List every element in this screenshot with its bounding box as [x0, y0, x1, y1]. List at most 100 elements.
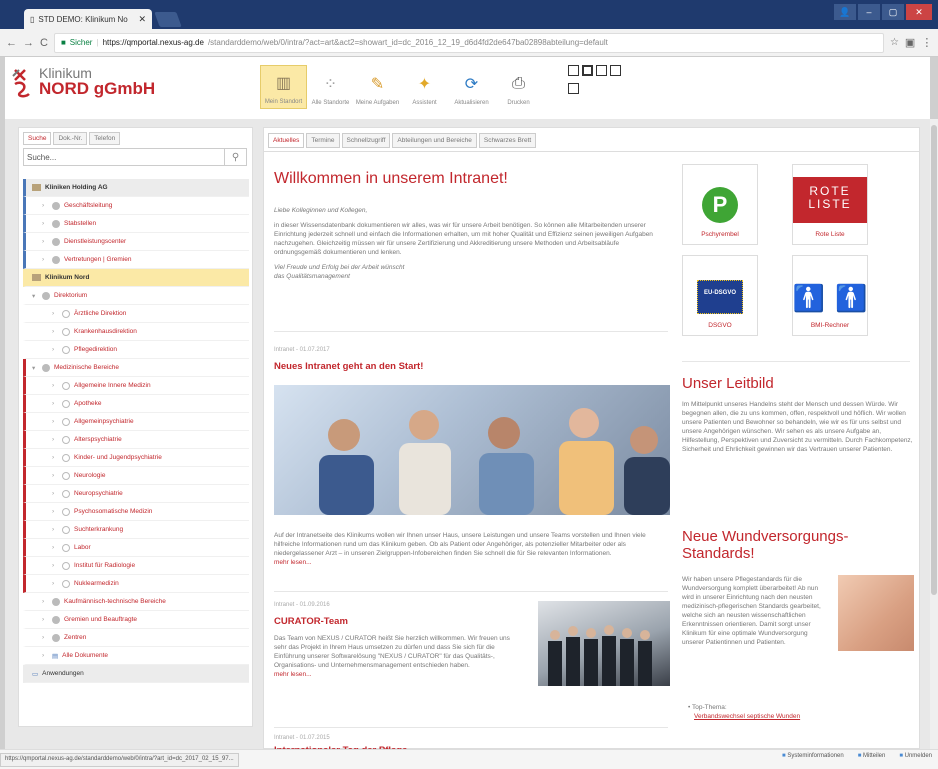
node-icon — [52, 255, 60, 264]
user-icon[interactable]: 👤 — [834, 4, 856, 20]
tree-item[interactable]: › Labor — [23, 539, 249, 557]
tree-item[interactable]: › Nuklearmedizin — [23, 575, 249, 593]
url-field[interactable]: ■ Sicher | https://qmportal.nexus-ag.de /… — [53, 32, 884, 53]
systeminfo-button[interactable]: Systeminformationen — [782, 753, 843, 759]
clinic-logo[interactable]: Klinikum NORD gGmbH — [11, 66, 231, 106]
expand-icon: › — [52, 526, 55, 533]
tree-label: Kaufmännisch-technische Bereiche — [64, 598, 166, 605]
window-close-icon[interactable]: ✕ — [906, 4, 932, 20]
forward-icon[interactable]: → — [23, 37, 34, 49]
folder-icon — [32, 184, 41, 191]
node-icon — [62, 489, 70, 498]
tile-bmi-rechner[interactable]: 🚹 🚹 BMI-Rechner — [792, 255, 868, 336]
tile-rote-liste[interactable]: ROTE LISTE Rote Liste — [792, 164, 868, 245]
layout-5-icon[interactable] — [568, 83, 579, 94]
tab-telefon[interactable]: Telefon — [89, 132, 121, 145]
layout-3-icon[interactable] — [596, 65, 607, 76]
tile-label: Pschyrembel — [701, 231, 739, 238]
tree-item[interactable]: › Neurologie — [23, 467, 249, 485]
reload-icon[interactable]: C — [40, 37, 48, 49]
tree-item[interactable]: › Dienstleistungscenter — [23, 233, 249, 251]
tree-label: Neuropsychiatrie — [74, 490, 123, 497]
monitor-icon: ▭ — [32, 670, 39, 678]
tab-dok-nr[interactable]: Dok.-Nr. — [53, 132, 88, 145]
leitbild-title: Unser Leitbild — [682, 375, 774, 392]
tree-item[interactable]: › Kinder- und Jugendpsychiatrie — [23, 449, 249, 467]
tree-item[interactable]: › Kaufmännisch-technische Bereiche — [23, 593, 249, 611]
tree-item-holding[interactable]: Kliniken Holding AG — [23, 179, 249, 197]
mitteilen-button[interactable]: Mitteilen — [858, 753, 885, 759]
tool-aktualisieren[interactable]: ⟳ Aktualisieren — [448, 65, 495, 109]
tile-dsgvo[interactable]: EU-DSGVO DSGVO — [682, 255, 758, 336]
tool-meine-aufgaben[interactable]: ✎ Meine Aufgaben — [354, 65, 401, 109]
tree-item[interactable]: › Pflegedirektion — [23, 341, 249, 359]
tree-item[interactable]: › Allgemeinpsychiatrie — [23, 413, 249, 431]
minimize-icon[interactable]: – — [858, 4, 880, 20]
unmelden-button[interactable]: Unmelden — [899, 753, 932, 759]
tool-alle-standorte[interactable]: ⁘ Alle Standorte — [307, 65, 354, 109]
tab-termine[interactable]: Termine — [306, 133, 340, 148]
tree-label: Vertretungen | Gremien — [64, 256, 132, 263]
layout-1-icon[interactable] — [568, 65, 579, 76]
divider — [274, 727, 668, 728]
sidebar: Suche Dok.-Nr. Telefon Suche... ⚲ Klinik… — [18, 127, 253, 727]
news-title[interactable]: CURATOR-Team — [274, 616, 348, 627]
tree-item[interactable]: › Gremien und Beauftragte — [23, 611, 249, 629]
search-input[interactable]: Suche... ⚲ — [23, 148, 247, 166]
tool-assistent[interactable]: ✦ Assistent — [401, 65, 448, 109]
close-tab-icon[interactable]: ✕ — [138, 14, 146, 25]
wund-title: Neue Wundversorgungs-Standards! — [682, 528, 849, 562]
tree-item[interactable]: › Stabstellen — [23, 215, 249, 233]
read-more-link[interactable]: mehr lesen... — [274, 559, 312, 566]
browser-tab[interactable]: ▯ STD DEMO: Klinikum No ✕ — [24, 9, 152, 29]
tab-abteilungen[interactable]: Abteilungen und Bereiche — [392, 133, 477, 148]
menu-icon[interactable]: ⋮ — [921, 36, 932, 49]
tree-item[interactable]: › Neuropsychiatrie — [23, 485, 249, 503]
tree-item[interactable]: › Apotheke — [23, 395, 249, 413]
search-icon[interactable]: ⚲ — [224, 149, 246, 165]
tree-item[interactable]: ▾ Direktorium — [23, 287, 249, 305]
tree-item-anwendungen[interactable]: ▭ Anwendungen — [23, 665, 249, 683]
maximize-icon[interactable]: ▢ — [882, 4, 904, 20]
tile-pschyrembel[interactable]: P Pschyrembel — [682, 164, 758, 245]
tree-item[interactable]: › Psychosomatische Medizin — [23, 503, 249, 521]
tool-drucken[interactable]: ⎙ Drucken — [495, 65, 542, 109]
layout-2-icon[interactable] — [582, 65, 593, 76]
tab-schwarzes-brett[interactable]: Schwarzes Brett — [478, 133, 537, 148]
expand-icon: › — [42, 598, 45, 605]
tree-item[interactable]: › Zentren — [23, 629, 249, 647]
news-meta: Intranet - 01.09.2016 — [274, 602, 330, 608]
tree-item[interactable]: › Krankenhausdirektion — [23, 323, 249, 341]
node-icon — [62, 435, 70, 444]
tree-item-klinikum-nord[interactable]: Klinikum Nord — [23, 269, 249, 287]
tool-label: Assistent — [412, 100, 437, 106]
tool-mein-standort[interactable]: ▥ Mein Standort — [260, 65, 307, 109]
tree-item[interactable]: › ▤ Alle Dokumente — [23, 647, 249, 665]
tab-suche[interactable]: Suche — [23, 132, 52, 145]
tree-item[interactable]: › Institut für Radiologie — [23, 557, 249, 575]
tree-label: Medizinische Bereiche — [54, 364, 120, 371]
tree-item[interactable]: › Suchterkrankung — [23, 521, 249, 539]
tree-item[interactable]: › Allgemeine Innere Medizin — [23, 377, 249, 395]
tab-schnellzugriff[interactable]: Schnellzugriff — [341, 133, 391, 148]
read-more-link[interactable]: mehr lesen... — [274, 671, 312, 678]
back-icon[interactable]: ← — [6, 37, 17, 49]
tree-item[interactable]: › Ärztliche Direktion — [23, 305, 249, 323]
signature-line1: Viel Freude und Erfolg bei der Arbeit wü… — [274, 264, 405, 271]
page-icon: ▯ — [30, 14, 35, 24]
secure-label: Sicher — [69, 38, 93, 47]
tree-item[interactable]: › Alterspsychiatrie — [23, 431, 249, 449]
layout-4-icon[interactable] — [610, 65, 621, 76]
scrollbar-thumb[interactable] — [931, 125, 937, 595]
news-text: Das Team von NEXUS / CURATOR heißt Sie h… — [274, 635, 510, 669]
news-title[interactable]: Neues Intranet geht an den Start! — [274, 361, 423, 372]
tree-item[interactable]: › Vertretungen | Gremien — [23, 251, 249, 269]
tab-aktuelles[interactable]: Aktuelles — [268, 133, 305, 148]
verbandswechsel-link[interactable]: Verbandswechsel septische Wunden — [688, 713, 800, 720]
tree-item[interactable]: › Geschäftsleitung — [23, 197, 249, 215]
tool-label: Mein Standort — [264, 99, 303, 105]
extension-icon[interactable]: ▣ — [905, 36, 915, 49]
bookmark-star-icon[interactable]: ☆ — [890, 37, 899, 48]
tree-item[interactable]: ▾ Medizinische Bereiche — [23, 359, 249, 377]
folder-icon — [32, 274, 41, 281]
